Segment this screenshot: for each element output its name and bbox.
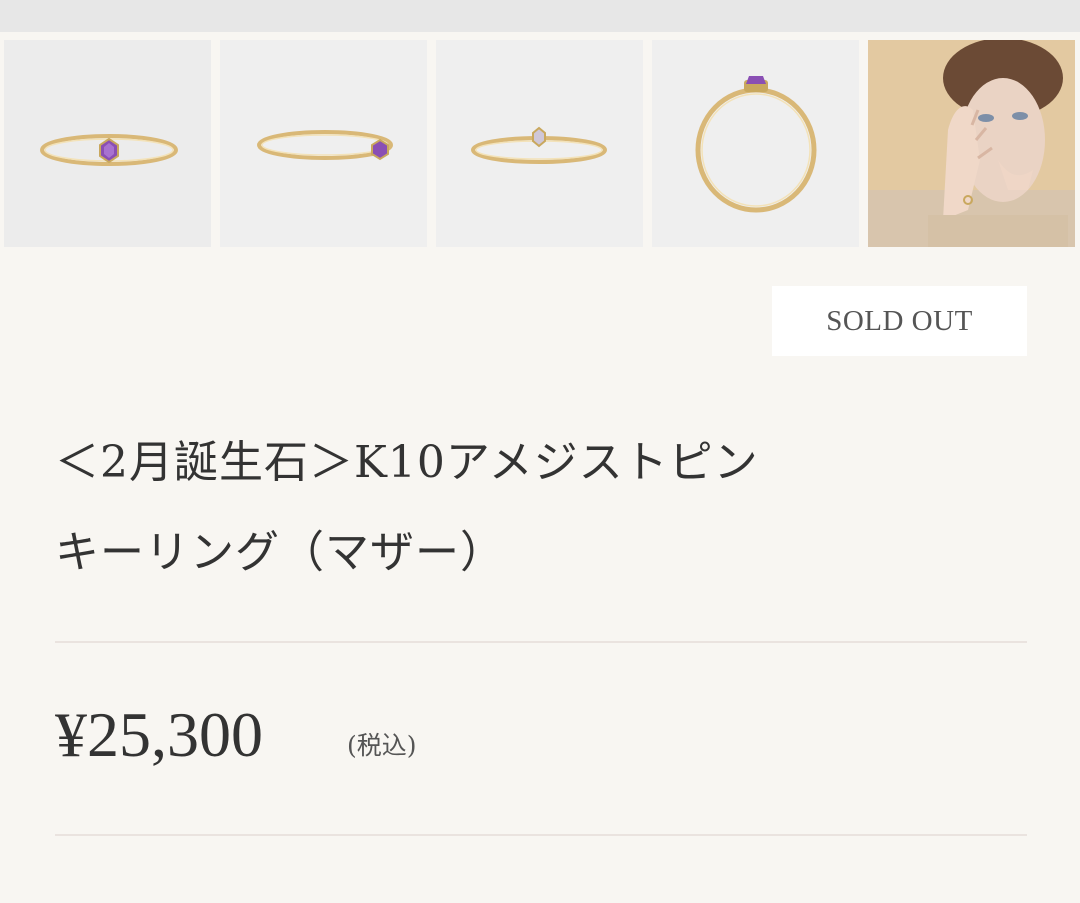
ring-side-image — [652, 40, 859, 247]
ring-angled-image — [220, 40, 427, 247]
thumbnail-model[interactable] — [868, 40, 1075, 247]
sold-out-badge: SOLD OUT — [772, 286, 1027, 356]
thumbnail-ring-back[interactable] — [436, 40, 643, 247]
tax-included-note: (税込) — [347, 731, 417, 760]
product-title: ＜2月誕生石＞K10アメジストピン キーリング（マザー） — [55, 418, 1030, 598]
model-image — [868, 40, 1075, 247]
thumbnail-ring-angled[interactable] — [220, 40, 427, 247]
thumbnail-ring-front[interactable] — [4, 40, 211, 247]
divider-top — [55, 641, 1027, 643]
product-title-line2: キーリング（マザー） — [55, 527, 505, 578]
ring-back-image — [436, 40, 643, 247]
ring-front-image — [4, 40, 211, 247]
product-price: ¥25,300 — [55, 699, 263, 770]
top-bar — [0, 0, 1080, 32]
image-thumbnail-strip — [0, 40, 1080, 247]
product-title-line1: ＜2月誕生石＞K10アメジストピン — [55, 437, 759, 488]
thumbnail-ring-side[interactable] — [652, 40, 859, 247]
divider-bottom — [55, 834, 1027, 836]
